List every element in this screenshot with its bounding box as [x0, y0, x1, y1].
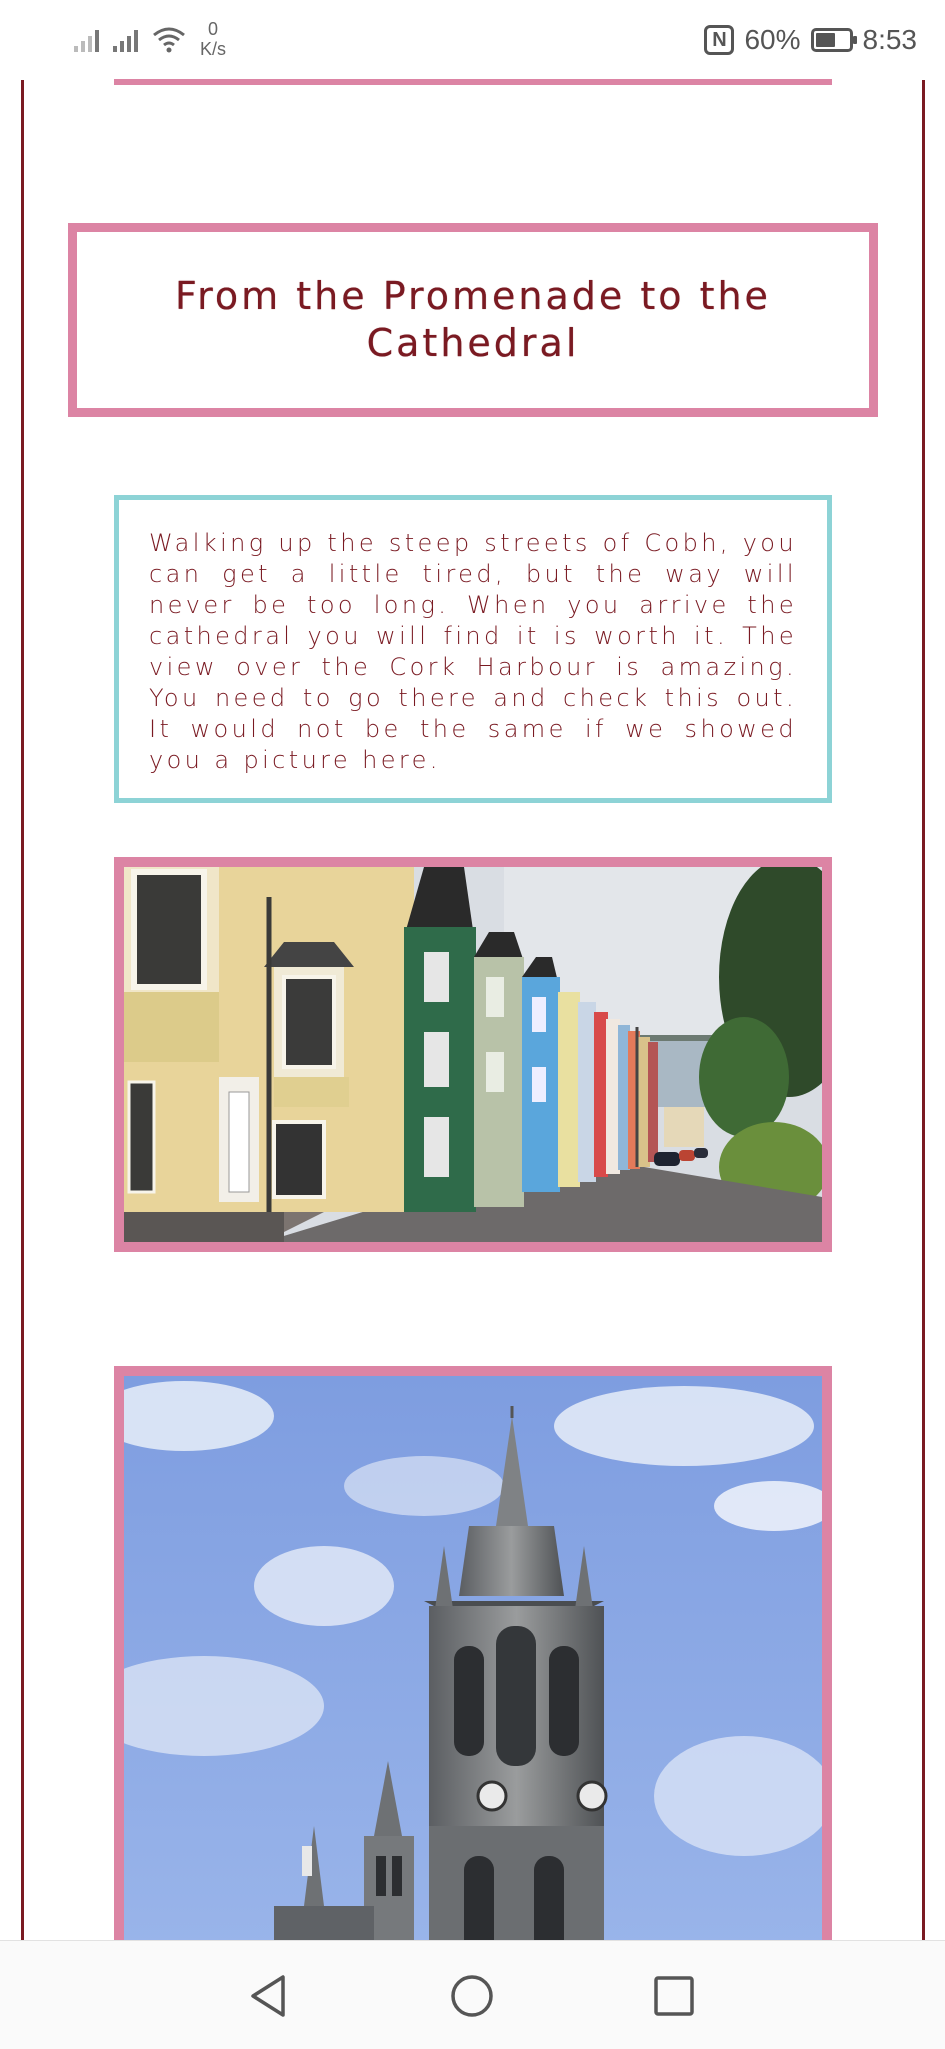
network-speed-value: 0 — [208, 19, 219, 39]
battery-icon — [810, 28, 857, 52]
home-icon[interactable] — [447, 1971, 497, 2021]
recent-apps-icon[interactable] — [649, 1971, 699, 2021]
system-nav-bar — [0, 1940, 945, 2049]
status-bar: 0 K/s N 60% 8:53 — [0, 0, 945, 80]
section-paragraph: Walking up the steep streets of Cobh, yo… — [149, 529, 797, 774]
cathedral-photo — [114, 1366, 832, 1966]
section-heading: From the Promenade to the Cathedral — [175, 274, 771, 365]
houses-photo-image — [124, 867, 822, 1242]
page-left-border — [21, 80, 24, 1940]
wifi-icon — [153, 27, 185, 53]
nfc-icon: N — [704, 25, 735, 55]
signal-weak-icon — [74, 26, 99, 52]
signal-roaming-icon — [113, 26, 138, 52]
previous-photo-frame-bottom — [114, 79, 832, 85]
status-right-group: N 60% 8:53 — [704, 18, 917, 62]
page-right-border — [922, 80, 925, 1940]
section-text-box: Walking up the steep streets of Cobh, yo… — [114, 495, 832, 803]
back-icon[interactable] — [245, 1971, 295, 2021]
clock-time: 8:53 — [862, 24, 918, 55]
network-speed-unit: K/s — [200, 39, 227, 59]
cathedral-photo-image — [124, 1376, 822, 1966]
network-speed: 0 K/s — [200, 19, 226, 59]
section-heading-box: From the Promenade to the Cathedral — [68, 223, 878, 417]
status-left-group: 0 K/s — [74, 14, 226, 64]
houses-photo — [114, 857, 832, 1252]
battery-percent: 60% — [744, 24, 801, 55]
